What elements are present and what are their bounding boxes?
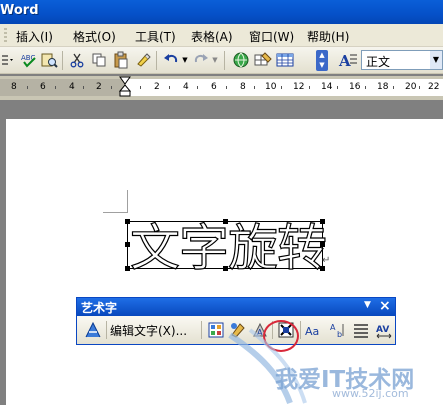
ruler-number: 14: [321, 82, 333, 92]
ruler-number: 12: [293, 82, 305, 92]
svg-text:AV: AV: [376, 325, 389, 335]
ruler-tick: [27, 86, 28, 89]
ruler-number: 8: [240, 82, 246, 92]
ruler-number: 2: [96, 82, 102, 92]
ruler-number: 16: [349, 82, 361, 92]
insert-wordart-icon[interactable]: [83, 320, 103, 340]
horizontal-ruler[interactable]: 8 6 4 2 2 4 6 8 10 12 14 16 18 20 22: [0, 76, 443, 100]
menu-tools[interactable]: 工具(T): [135, 28, 176, 45]
ruler-tick: [309, 86, 310, 89]
ruler-tick: [365, 86, 366, 89]
close-icon[interactable]: ×: [379, 298, 391, 314]
ruler-number: 20: [405, 82, 417, 92]
ruler-tick: [226, 86, 227, 89]
character-spacing-icon[interactable]: AV: [374, 320, 394, 340]
crop-mark: [103, 212, 127, 213]
toolbar-separator: [62, 51, 63, 70]
ruler-tick: [419, 86, 420, 89]
paste-icon[interactable]: [112, 51, 130, 69]
spell-check-icon[interactable]: ABC: [20, 51, 38, 69]
styles-formatting-icon[interactable]: A: [338, 51, 358, 69]
menu-bar: 插入(I) 格式(O) 工具(T) 表格(A) 窗口(W) 帮助(H): [0, 24, 443, 47]
ruler-tick: [111, 86, 112, 89]
ruler-number: 4: [69, 82, 75, 92]
alignment-icon[interactable]: [351, 320, 371, 340]
toolbar-separator: [224, 51, 225, 70]
paragraph-mark: ↵: [322, 255, 331, 266]
ruler-number: 18: [377, 82, 389, 92]
ruler-tick: [140, 86, 141, 89]
menu-format[interactable]: 格式(O): [73, 28, 116, 45]
ruler-tick: [393, 86, 394, 89]
redo-dropdown-icon[interactable]: ▼: [210, 51, 220, 69]
standard-toolbar: ABC ▼ ▼ ▲ ▼ A 正文 ▼: [0, 47, 443, 74]
style-combo-value: 正文: [366, 55, 391, 69]
ruler-tick: [337, 86, 338, 89]
toolbar-separator: [156, 51, 157, 70]
ruler-tick: [55, 86, 56, 89]
ruler-tick: [254, 86, 255, 89]
indent-marker-icon[interactable]: [119, 76, 131, 98]
format-painter-icon[interactable]: [134, 51, 152, 69]
ruler-number: 2: [154, 82, 160, 92]
ruler-tick: [169, 86, 170, 89]
menu-window[interactable]: 窗口(W): [249, 28, 294, 45]
style-combo[interactable]: 正文 ▼: [361, 50, 443, 70]
menu-grip[interactable]: [4, 28, 7, 43]
ruler-number: 4: [183, 82, 189, 92]
style-icon[interactable]: [0, 51, 14, 69]
toolbar-separator: [201, 321, 202, 339]
ruler-band: 8 6 4 2 2 4 6 8 10 12 14 16 18 20 22: [0, 79, 443, 96]
wordart-toolbar-title: 艺术字: [81, 301, 118, 315]
hyperlink-icon[interactable]: [232, 51, 250, 69]
insert-table-icon[interactable]: [276, 51, 294, 69]
svg-text:A: A: [338, 52, 351, 69]
copy-icon[interactable]: [90, 51, 108, 69]
crop-mark: [127, 190, 128, 213]
menu-table[interactable]: 表格(A): [191, 28, 233, 45]
ruler-tick: [83, 86, 84, 89]
window-title: Word: [0, 3, 39, 18]
ruler-number: 22: [428, 82, 440, 92]
ruler-number: 10: [265, 82, 277, 92]
ruler-margin-area: [0, 79, 125, 96]
tables-borders-icon[interactable]: [254, 51, 272, 69]
undo-icon[interactable]: [162, 51, 180, 69]
wordart-toolbar-titlebar[interactable]: 艺术字 ▼ ×: [77, 298, 395, 316]
ruler-number: 8: [11, 82, 17, 92]
watermark-url: www.52ij.com: [332, 387, 409, 400]
menu-insert[interactable]: 插入(I): [16, 28, 53, 45]
edit-text-button[interactable]: 编辑文字(X)...: [110, 322, 187, 339]
menu-help[interactable]: 帮助(H): [307, 28, 349, 45]
research-icon[interactable]: [40, 51, 58, 69]
wordart-text[interactable]: 文字旋转: [129, 208, 327, 280]
toolbar-options-icon[interactable]: ▼: [364, 300, 371, 310]
undo-dropdown-icon[interactable]: ▼: [180, 51, 190, 69]
redo-icon[interactable]: [192, 51, 210, 69]
cut-icon[interactable]: [68, 51, 86, 69]
ruler-number: 6: [211, 82, 217, 92]
ruler-tick: [281, 86, 282, 89]
title-bar: Word: [0, 0, 443, 24]
ruler-tick: [197, 86, 198, 89]
toolbar-options-icon[interactable]: ▲ ▼: [316, 50, 328, 71]
chevron-down-icon[interactable]: ▼: [430, 51, 442, 69]
toolbar-separator: [106, 321, 107, 339]
ruler-number: 6: [40, 82, 46, 92]
